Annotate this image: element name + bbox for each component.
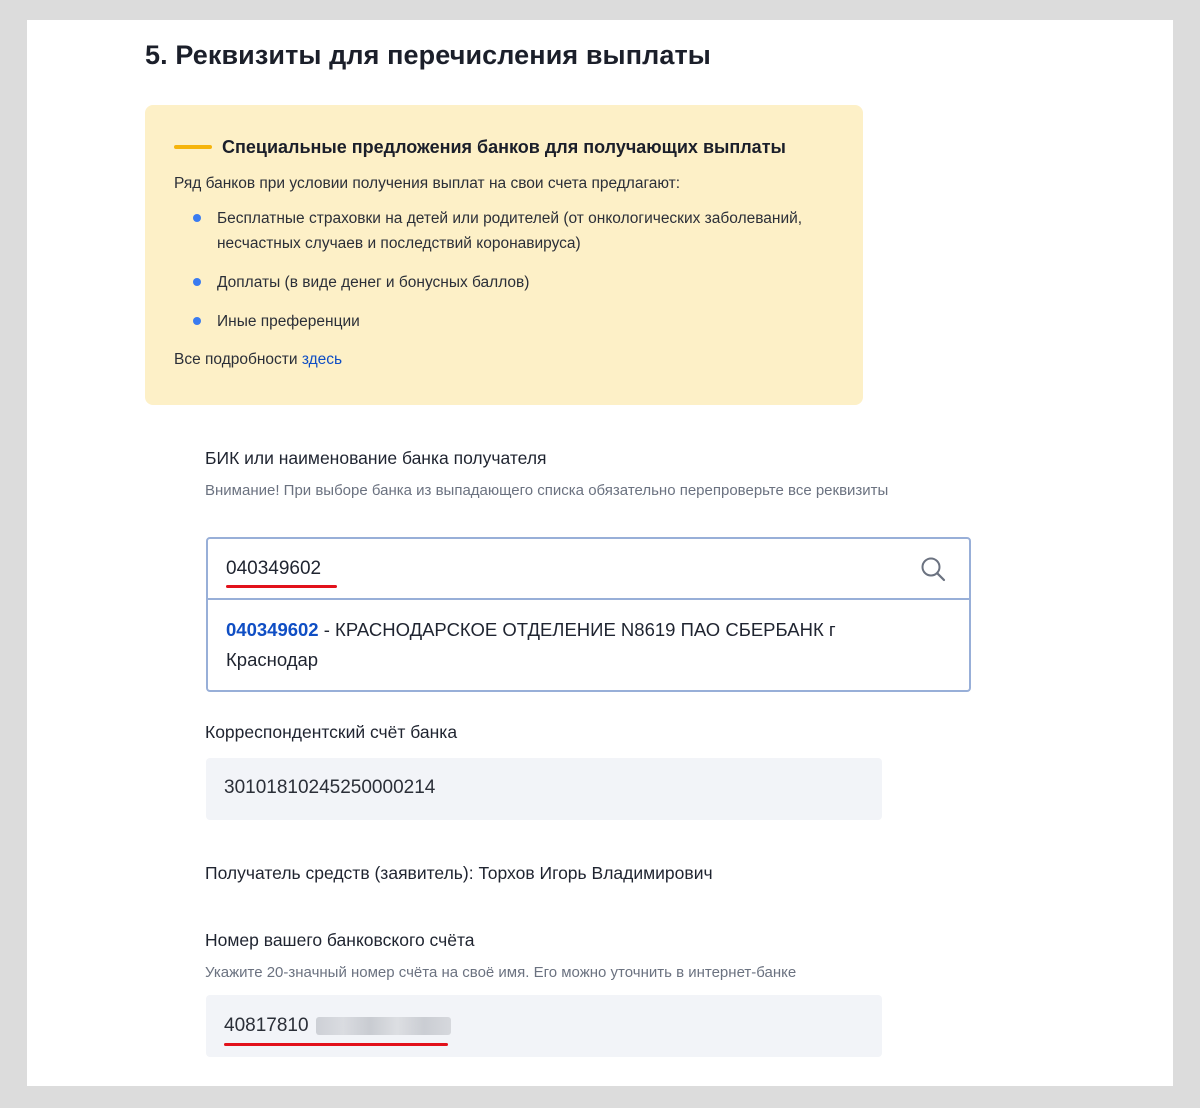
- bik-hint: Внимание! При выборе банка из выпадающег…: [205, 482, 889, 499]
- details-text: Все подробности: [174, 351, 298, 368]
- bullet-icon: [193, 214, 201, 222]
- corr-account-value: 30101810245250000214: [224, 777, 436, 798]
- list-item: Иные преференции: [193, 309, 813, 334]
- bik-label: БИК или наименование банка получателя: [205, 448, 547, 468]
- bullet-icon: [193, 278, 201, 286]
- banner-intro: Ряд банков при условии получения выплат …: [174, 175, 681, 192]
- account-number-field[interactable]: 40817810: [206, 995, 882, 1057]
- account-number-value: 40817810: [224, 1015, 309, 1036]
- list-item-text: Иные преференции: [217, 313, 360, 330]
- list-item: Бесплатные страховки на детей или родите…: [193, 206, 813, 256]
- list-item-text: Бесплатные страховки на детей или родите…: [217, 210, 803, 252]
- banner-details: Все подробности здесь: [174, 351, 342, 369]
- corr-account-field: 30101810245250000214: [206, 758, 882, 820]
- bik-combobox: 040349602 - КРАСНОДАРСКОЕ ОТДЕЛЕНИЕ N861…: [206, 537, 971, 692]
- banner-accent-bar: [174, 145, 212, 149]
- bullet-icon: [193, 317, 201, 325]
- redacted-digits: [316, 1017, 451, 1035]
- list-item-text: Доплаты (в виде денег и бонусных баллов): [217, 274, 530, 291]
- annotation-underline: [224, 1043, 448, 1046]
- form-sheet: 5. Реквизиты для перечисления выплаты Сп…: [27, 20, 1173, 1086]
- banner-title: Специальные предложения банков для получ…: [222, 137, 786, 157]
- recipient-text: Получатель средств (заявитель): Торхов И…: [205, 863, 713, 883]
- details-link[interactable]: здесь: [302, 351, 342, 368]
- annotation-underline: [226, 585, 337, 588]
- bik-input-row: [208, 539, 969, 600]
- bik-suggestion-item[interactable]: 040349602 - КРАСНОДАРСКОЕ ОТДЕЛЕНИЕ N861…: [226, 615, 926, 675]
- section-title: 5. Реквизиты для перечисления выплаты: [145, 40, 711, 70]
- corr-account-label: Корреспондентский счёт банка: [205, 722, 458, 742]
- banner-list: Бесплатные страховки на детей или родите…: [193, 206, 813, 348]
- bank-offers-banner: Специальные предложения банков для получ…: [145, 105, 863, 405]
- account-hint: Укажите 20-значный номер счёта на своё и…: [205, 964, 797, 981]
- suggestion-code: 040349602: [226, 619, 319, 640]
- list-item: Доплаты (в виде денег и бонусных баллов): [193, 270, 813, 295]
- search-icon[interactable]: [919, 555, 947, 583]
- account-label: Номер вашего банковского счёта: [205, 930, 475, 950]
- bik-search-input[interactable]: [226, 553, 906, 585]
